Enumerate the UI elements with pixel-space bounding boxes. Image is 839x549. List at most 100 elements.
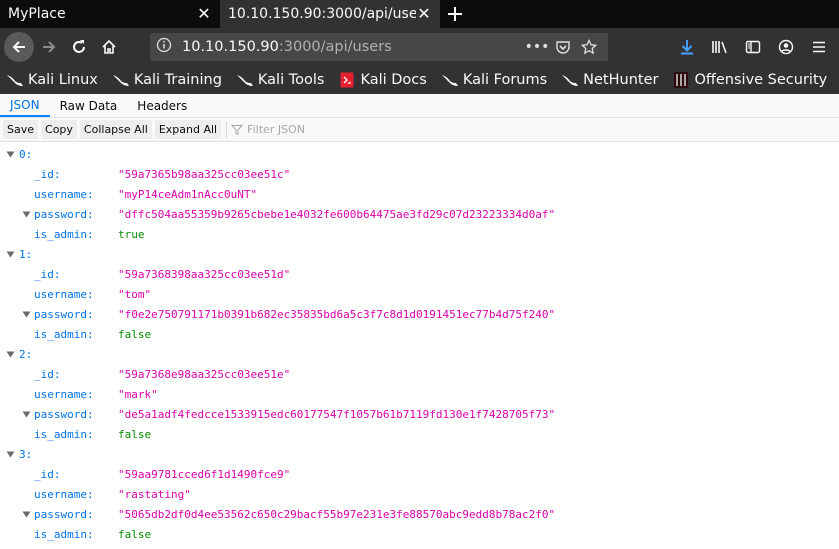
star-icon[interactable]: [576, 39, 602, 55]
download-icon: [680, 40, 693, 55]
toolbar-divider: [226, 121, 228, 138]
save-button[interactable]: Save: [3, 120, 39, 139]
json-value: "f0e2e750791171b0391b682ec35835bd6a5c3f7…: [118, 307, 556, 321]
json-index: 2:: [19, 347, 33, 361]
json-property-row[interactable]: _id: "59a7368398aa325cc03ee51d": [0, 264, 839, 284]
filter-json-input[interactable]: Filter JSON: [231, 123, 305, 136]
json-key: password:: [34, 307, 94, 321]
bookmark-item[interactable]: Kali Forums: [441, 72, 547, 88]
json-key: username:: [34, 487, 94, 501]
json-property-row[interactable]: password: "dffc504aa55359b9265cbebe1e4032…: [0, 204, 839, 224]
json-value: "rastating": [118, 487, 191, 501]
copy-button[interactable]: Copy: [41, 120, 77, 139]
json-value: "5065db2df0d4ee53562c650c29bacf55b97e231…: [118, 507, 556, 521]
json-object-row[interactable]: 0:: [0, 144, 839, 164]
json-property-row[interactable]: password: "5065db2df0d4ee53562c650c29bacf…: [0, 504, 839, 524]
json-index: 3:: [19, 447, 33, 461]
forward-button[interactable]: [34, 32, 64, 62]
expand-toggle-icon[interactable]: [21, 209, 31, 219]
expand-toggle-icon[interactable]: [5, 149, 15, 159]
sidebar-icon: [745, 40, 760, 54]
kali-dragon-icon: [112, 72, 130, 88]
bookmark-item[interactable]: NetHunter: [561, 72, 658, 88]
sidebar-button[interactable]: [736, 32, 769, 62]
json-key: username:: [34, 187, 94, 201]
arrow-left-icon: [12, 41, 25, 53]
json-value: false: [118, 427, 152, 441]
json-property-row[interactable]: password: "de5a1adf4fedcce1533915edc60177…: [0, 404, 839, 424]
menu-button[interactable]: [802, 32, 835, 62]
collapse-all-button[interactable]: Collapse All: [79, 120, 152, 139]
bookmark-item[interactable]: Kali Docs: [338, 72, 427, 88]
close-icon[interactable]: ✕: [416, 6, 432, 22]
json-property-row[interactable]: _id: "59a7365b98aa325cc03ee51c": [0, 164, 839, 184]
info-icon[interactable]: [156, 37, 172, 57]
plus-icon: [448, 7, 462, 21]
json-viewer-tabs: JSON Raw Data Headers: [0, 94, 839, 118]
tab-title: 10.10.150.90:3000/api/user: [228, 6, 416, 22]
json-value: "59a7368e98aa325cc03ee51e": [118, 367, 291, 381]
downloads-button[interactable]: [670, 32, 703, 62]
back-button[interactable]: [4, 32, 34, 62]
json-key: password:: [34, 207, 94, 221]
tab-api-users[interactable]: 10.10.150.90:3000/api/user ✕: [220, 0, 440, 28]
filter-icon: [231, 124, 244, 135]
tab-raw-data[interactable]: Raw Data: [50, 94, 128, 117]
json-value: "de5a1adf4fedcce1533915edc60177547f1057b…: [118, 407, 556, 421]
json-property-row[interactable]: password: "f0e2e750791171b0391b682ec35835…: [0, 304, 839, 324]
offsec-icon: [672, 72, 690, 88]
expand-toggle-icon[interactable]: [5, 349, 15, 359]
account-button[interactable]: [769, 32, 802, 62]
page-actions-icon[interactable]: •••: [524, 39, 550, 55]
json-object-row[interactable]: 2:: [0, 344, 839, 364]
json-property-row[interactable]: username: "rastating": [0, 484, 839, 504]
pocket-icon[interactable]: [550, 39, 576, 55]
account-icon: [778, 39, 793, 55]
json-property-row[interactable]: is_admin: false: [0, 324, 839, 344]
bookmarks-toolbar: Kali Linux Kali Training Kali Tools Kali Do…: [0, 66, 839, 94]
json-key: is_admin:: [34, 227, 94, 241]
json-index: 0:: [19, 147, 33, 161]
bookmark-label: Kali Linux: [28, 72, 98, 88]
expand-toggle-icon[interactable]: [21, 409, 31, 419]
json-property-row[interactable]: is_admin: false: [0, 524, 839, 544]
bookmark-label: Offensive Security: [694, 72, 828, 88]
json-property-row[interactable]: username: "myP14ceAdm1nAcc0uNT": [0, 184, 839, 204]
filter-placeholder: Filter JSON: [247, 123, 305, 136]
json-property-row[interactable]: username: "mark": [0, 384, 839, 404]
expand-toggle-icon[interactable]: [21, 509, 31, 519]
json-value: "myP14ceAdm1nAcc0uNT": [118, 187, 258, 201]
json-property-row[interactable]: _id: "59aa9781cced6f1d1490fce9": [0, 464, 839, 484]
expand-toggle-icon[interactable]: [5, 449, 15, 459]
library-button[interactable]: [703, 32, 736, 62]
json-key: _id:: [34, 467, 61, 481]
tab-strip: MyPlace ✕ 10.10.150.90:3000/api/user ✕: [0, 0, 839, 28]
json-property-row[interactable]: username: "tom": [0, 284, 839, 304]
bookmark-item[interactable]: Offensive Security: [672, 72, 827, 88]
kali-dragon-icon: [236, 72, 254, 88]
bookmark-item[interactable]: Kali Linux: [6, 72, 98, 88]
url-text[interactable]: 10.10.150.90:3000/api/users: [182, 39, 524, 55]
home-icon: [102, 39, 116, 54]
home-button[interactable]: [94, 32, 124, 62]
json-property-row[interactable]: is_admin: true: [0, 224, 839, 244]
close-icon[interactable]: ✕: [196, 6, 212, 22]
json-object-row[interactable]: 3:: [0, 444, 839, 464]
expand-toggle-icon[interactable]: [21, 309, 31, 319]
json-property-row[interactable]: _id: "59a7368e98aa325cc03ee51e": [0, 364, 839, 384]
library-icon: [711, 41, 727, 54]
json-property-row[interactable]: is_admin: false: [0, 424, 839, 444]
bookmark-item[interactable]: Kali Tools: [236, 72, 324, 88]
tab-myplace[interactable]: MyPlace ✕: [0, 0, 220, 28]
json-key: is_admin:: [34, 327, 94, 341]
tab-headers[interactable]: Headers: [127, 94, 197, 117]
new-tab-button[interactable]: [440, 0, 470, 28]
expand-all-button[interactable]: Expand All: [154, 120, 222, 139]
reload-button[interactable]: [64, 32, 94, 62]
bookmark-item[interactable]: Kali Training: [112, 72, 222, 88]
expand-toggle-icon[interactable]: [5, 249, 15, 259]
json-object-row[interactable]: 1:: [0, 244, 839, 264]
url-bar[interactable]: 10.10.150.90:3000/api/users •••: [150, 33, 608, 61]
json-key: password:: [34, 407, 94, 421]
tab-json[interactable]: JSON: [0, 94, 50, 117]
